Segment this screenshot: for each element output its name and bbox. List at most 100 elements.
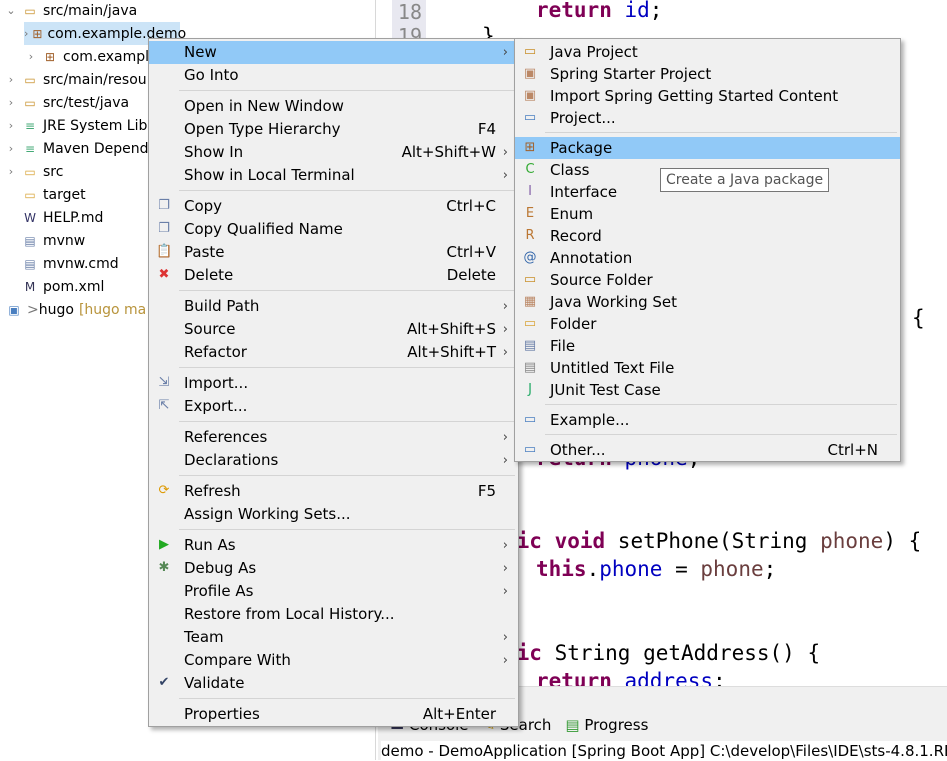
chevron-right-icon: › xyxy=(502,145,508,160)
spring-import-icon: ▣ xyxy=(523,88,537,103)
menu-item-run-as[interactable]: ▶ Run As › xyxy=(149,534,518,557)
menu-item-other[interactable]: ▭ Other... Ctrl+N xyxy=(515,439,900,461)
tab-progress[interactable]: ▤ Progress xyxy=(565,716,648,734)
library-icon: ≡ xyxy=(24,118,36,133)
tree-item[interactable]: ⌄ ▭ src/main/java xyxy=(4,0,137,22)
menu-item-untitled-text-file[interactable]: ▤ Untitled Text File xyxy=(515,357,900,379)
file-icon: ▤ xyxy=(24,256,36,271)
menu-item-assign-working-sets[interactable]: Assign Working Sets... xyxy=(149,503,518,526)
menu-item-go-into[interactable]: Go Into xyxy=(149,64,518,87)
menu-item-refactor[interactable]: Refactor Alt+Shift+T › xyxy=(149,341,518,364)
menu-item-file[interactable]: ▤ File xyxy=(515,335,900,357)
menu-item-show-in[interactable]: Show In Alt+Shift+W › xyxy=(149,141,518,164)
menu-item-record[interactable]: R Record xyxy=(515,225,900,247)
menu-item-label: Example... xyxy=(550,411,630,429)
tree-item[interactable]: › ≡ JRE System Lib xyxy=(4,114,148,137)
context-menu: New › Go Into Open in New Window Open Type H… xyxy=(148,38,519,727)
chevron-right-icon[interactable]: › xyxy=(4,92,18,114)
menu-item-java-working-set[interactable]: ▦ Java Working Set xyxy=(515,291,900,313)
menu-item-shortcut: Ctrl+V xyxy=(446,243,496,261)
chevron-right-icon: › xyxy=(502,168,508,183)
menu-item-declarations[interactable]: Declarations › xyxy=(149,449,518,472)
code-line: lic void setPhone(String phone) { xyxy=(504,529,922,553)
menu-item-new[interactable]: New › xyxy=(149,41,518,64)
menu-item-import[interactable]: ⇲ Import... xyxy=(149,372,518,395)
menu-item-label: Compare With xyxy=(184,651,291,669)
menu-item-team[interactable]: Team › xyxy=(149,626,518,649)
menu-item-show-in-local-terminal[interactable]: Show in Local Terminal › xyxy=(149,164,518,187)
menu-item-copy-qualified-name[interactable]: ❐ Copy Qualified Name xyxy=(149,218,518,241)
chevron-right-icon: › xyxy=(502,630,508,645)
menu-item-label: Team xyxy=(184,628,224,646)
chevron-right-icon[interactable]: › xyxy=(4,69,18,91)
menu-item-spring-starter-project[interactable]: ▣ Spring Starter Project xyxy=(515,63,900,85)
menu-item-label: Annotation xyxy=(550,249,633,267)
menu-item-label: Run As xyxy=(184,536,236,554)
menu-item-compare-with[interactable]: Compare With › xyxy=(149,649,518,672)
menu-item-source-folder[interactable]: ▭ Source Folder xyxy=(515,269,900,291)
maven-file-icon: M xyxy=(24,279,36,294)
menu-item-export[interactable]: ⇱ Export... xyxy=(149,395,518,418)
tree-item[interactable]: ▤ mvnw xyxy=(4,229,85,252)
menu-item-junit-test-case[interactable]: J JUnit Test Case xyxy=(515,379,900,401)
tree-item[interactable]: › ≡ Maven Depend xyxy=(4,137,149,160)
tree-item[interactable]: › ▭ src/test/java xyxy=(4,91,129,114)
menu-item-profile-as[interactable]: Profile As › xyxy=(149,580,518,603)
package-folder-icon: ▭ xyxy=(24,72,36,87)
chevron-right-icon[interactable]: › xyxy=(24,23,28,45)
menu-item-delete[interactable]: ✖ Delete Delete xyxy=(149,264,518,287)
menu-item-label: Folder xyxy=(550,315,597,333)
chevron-right-icon: > xyxy=(27,301,39,318)
menu-item-java-project[interactable]: ▭ Java Project xyxy=(515,41,900,63)
menu-item-enum[interactable]: E Enum xyxy=(515,203,900,225)
tree-item[interactable]: ▭ target xyxy=(4,183,86,206)
menu-item-copy[interactable]: ❐ Copy Ctrl+C xyxy=(149,195,518,218)
menu-item-validate[interactable]: ✔ Validate xyxy=(149,672,518,695)
tree-item[interactable]: ▤ mvnw.cmd xyxy=(4,252,118,275)
chevron-right-icon[interactable]: › xyxy=(4,115,18,137)
menu-item-shortcut: Alt+Shift+S xyxy=(406,320,496,338)
menu-item-build-path[interactable]: Build Path › xyxy=(149,295,518,318)
menu-item-folder[interactable]: ▭ Folder xyxy=(515,313,900,335)
tree-item-project[interactable]: ▣ > hugo [hugo ma xyxy=(6,298,146,321)
menu-item-shortcut: Alt+Shift+T xyxy=(407,343,496,361)
tree-item[interactable]: › ⊞ com.exampl xyxy=(24,45,149,68)
chevron-right-icon[interactable]: › xyxy=(4,138,18,160)
chevron-down-icon[interactable]: ⌄ xyxy=(4,0,18,22)
tree-item[interactable]: Mpom.xml xyxy=(4,275,105,298)
chevron-right-icon[interactable]: › xyxy=(24,46,38,68)
menu-item-label: Assign Working Sets... xyxy=(184,505,351,523)
menu-item-restore-from-local-history[interactable]: Restore from Local History... xyxy=(149,603,518,626)
menu-item-import-spring-getting-started-content[interactable]: ▣ Import Spring Getting Started Content xyxy=(515,85,900,107)
tree-item[interactable]: › ▭ src xyxy=(4,160,64,183)
tree-item-label: JRE System Lib xyxy=(43,117,148,134)
chevron-right-icon: › xyxy=(502,430,508,445)
menu-item-debug-as[interactable]: ✱ Debug As › xyxy=(149,557,518,580)
menu-item-project[interactable]: ▭ Project... xyxy=(515,107,900,129)
folder-icon: ▭ xyxy=(24,187,36,202)
menu-item-open-type-hierarchy[interactable]: Open Type Hierarchy F4 xyxy=(149,118,518,141)
menu-item-label: Show In xyxy=(184,143,244,161)
tree-item-label: target xyxy=(43,186,86,203)
menu-separator xyxy=(149,472,518,480)
menu-item-label: Properties xyxy=(184,705,260,723)
chevron-right-icon: › xyxy=(502,299,508,314)
menu-item-label: Refactor xyxy=(184,343,247,361)
menu-item-label: Source xyxy=(184,320,236,338)
menu-separator xyxy=(149,364,518,372)
chevron-right-icon: › xyxy=(502,322,508,337)
tree-item[interactable]: › ▭ src/main/resou xyxy=(4,68,147,91)
menu-item-properties[interactable]: Properties Alt+Enter xyxy=(149,703,518,726)
menu-item-source[interactable]: Source Alt+Shift+S › xyxy=(149,318,518,341)
menu-item-label: JUnit Test Case xyxy=(550,381,661,399)
menu-item-example[interactable]: ▭ Example... xyxy=(515,409,900,431)
menu-item-paste[interactable]: 📋 Paste Ctrl+V xyxy=(149,241,518,264)
menu-item-label: Declarations xyxy=(184,451,279,469)
tree-item[interactable]: W HELP.md xyxy=(4,206,103,229)
menu-item-package[interactable]: ⊞ Package xyxy=(515,137,900,159)
menu-item-refresh[interactable]: ⟳ Refresh F5 xyxy=(149,480,518,503)
menu-item-references[interactable]: References › xyxy=(149,426,518,449)
menu-item-open-in-new-window[interactable]: Open in New Window xyxy=(149,95,518,118)
chevron-right-icon[interactable]: › xyxy=(4,161,18,183)
menu-item-annotation[interactable]: @ Annotation xyxy=(515,247,900,269)
